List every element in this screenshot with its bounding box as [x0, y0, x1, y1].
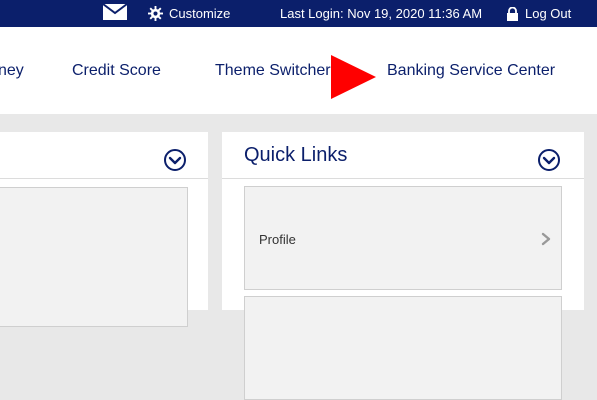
left-panel-card: [0, 187, 188, 327]
last-login-text: Last Login: Nov 19, 2020 11:36 AM: [280, 6, 483, 21]
quick-links-header: Quick Links: [222, 132, 584, 179]
customize-link[interactable]: Customize: [148, 0, 230, 27]
customize-label: Customize: [169, 6, 231, 21]
annotation-arrow: [331, 55, 376, 99]
left-panel: [0, 132, 208, 327]
quick-link-item[interactable]: [244, 296, 562, 400]
main-nav: ney Credit Score Theme Switcher Banking …: [0, 27, 597, 114]
nav-item-money[interactable]: ney: [0, 27, 24, 114]
quick-links-title: Quick Links: [244, 143, 348, 166]
logout-label: Log Out: [525, 6, 572, 21]
quick-link-profile[interactable]: Profile: [244, 186, 562, 290]
mail-button[interactable]: [102, 0, 128, 27]
gear-icon: [148, 6, 163, 21]
utility-bar: Customize Last Login: Nov 19, 2020 11:36…: [0, 0, 597, 27]
envelope-icon: [102, 3, 128, 24]
nav-item-banking-service-center[interactable]: Banking Service Center: [387, 27, 555, 114]
quick-links-panel: Quick Links Profile: [222, 132, 584, 400]
nav-item-theme-switcher[interactable]: Theme Switcher: [215, 27, 331, 114]
section-gap: [0, 114, 597, 132]
left-panel-toggle-icon[interactable]: [163, 148, 187, 177]
chevron-right-icon: [541, 232, 551, 251]
nav-item-credit-score[interactable]: Credit Score: [72, 27, 161, 114]
lock-icon: [506, 6, 519, 21]
chevron-down-circle-icon[interactable]: [537, 148, 561, 177]
quick-link-label: Profile: [259, 231, 296, 247]
logout-link[interactable]: Log Out: [506, 0, 571, 27]
page-margin: [584, 132, 597, 310]
panel-divider: [208, 132, 222, 310]
